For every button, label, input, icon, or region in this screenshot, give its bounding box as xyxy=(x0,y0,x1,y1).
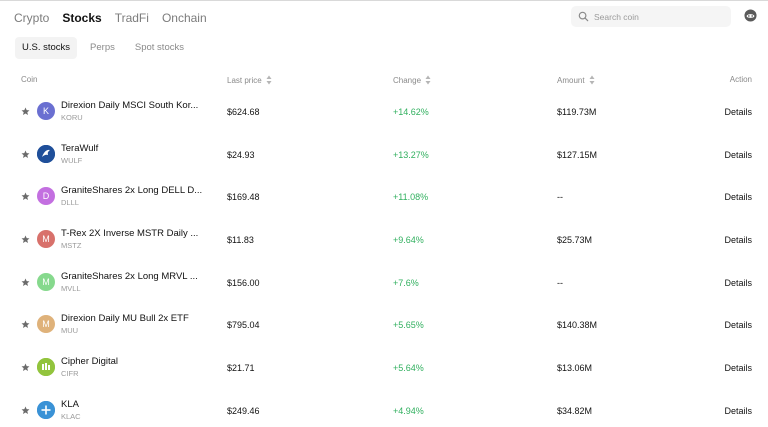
star-icon[interactable] xyxy=(21,235,30,244)
table-row[interactable]: K Direxion Daily MSCI South Kor... KORU $62… xyxy=(0,91,768,133)
last-price: $795.04 xyxy=(227,320,260,330)
coin-ticker: KORU xyxy=(61,113,83,122)
details-link[interactable]: Details xyxy=(724,150,752,160)
coin-name[interactable]: Direxion Daily MSCI South Kor... xyxy=(61,100,198,111)
star-icon[interactable] xyxy=(21,320,30,329)
coin-avatar: M xyxy=(37,315,55,333)
table-row[interactable]: TeraWulf WULF $24.93 +13.27% $127.15M Details xyxy=(0,134,768,176)
sort-icon[interactable] xyxy=(425,75,431,85)
table-header: Coin Last price Change Amount Action xyxy=(0,75,768,87)
search-icon xyxy=(578,11,589,22)
last-price: $249.46 xyxy=(227,406,260,416)
details-link[interactable]: Details xyxy=(724,278,752,288)
coin-name[interactable]: GraniteShares 2x Long DELL D... xyxy=(61,185,202,196)
coin-avatar xyxy=(37,358,55,376)
tab-crypto[interactable]: Crypto xyxy=(14,11,49,25)
subtab-us-stocks[interactable]: U.S. stocks xyxy=(15,37,78,59)
coin-name[interactable]: Direxion Daily MU Bull 2x ETF xyxy=(61,313,189,324)
tab-tradfi[interactable]: TradFi xyxy=(115,11,149,25)
user-avatar-icon[interactable] xyxy=(744,9,757,22)
coin-ticker: KLAC xyxy=(61,412,81,421)
price-change: +7.6% xyxy=(393,278,419,288)
trade-amount: -- xyxy=(557,192,563,202)
star-icon[interactable] xyxy=(21,363,30,372)
trade-amount: $127.15M xyxy=(557,150,598,160)
top-divider xyxy=(0,0,768,1)
table-row[interactable]: D GraniteShares 2x Long DELL D... DLLL $169… xyxy=(0,176,768,218)
star-icon[interactable] xyxy=(21,150,30,159)
last-price: $21.71 xyxy=(227,363,255,373)
trade-amount: $13.06M xyxy=(557,363,593,373)
coin-avatar xyxy=(37,145,55,163)
last-price: $156.00 xyxy=(227,278,260,288)
last-price: $624.68 xyxy=(227,107,260,117)
last-price: $169.48 xyxy=(227,192,260,202)
header-coin: Coin xyxy=(21,75,38,84)
tab-stocks[interactable]: Stocks xyxy=(62,11,101,25)
header-amount[interactable]: Amount xyxy=(557,75,595,85)
star-icon[interactable] xyxy=(21,107,30,116)
search-box[interactable] xyxy=(571,6,731,27)
market-tabs: Crypto Stocks TradFi Onchain xyxy=(14,10,220,26)
details-link[interactable]: Details xyxy=(724,320,752,330)
coin-avatar: K xyxy=(37,102,55,120)
last-price: $11.83 xyxy=(227,235,254,245)
details-link[interactable]: Details xyxy=(724,406,752,416)
table-row[interactable]: KLA KLAC $249.46 +4.94% $34.82M Details xyxy=(0,390,768,427)
price-change: +4.94% xyxy=(393,406,424,416)
details-link[interactable]: Details xyxy=(724,192,752,202)
kla-logo-icon xyxy=(37,401,55,419)
details-link[interactable]: Details xyxy=(724,107,752,117)
trade-amount: $34.82M xyxy=(557,406,593,416)
terawulf-logo-icon xyxy=(37,145,55,163)
coin-name[interactable]: T-Rex 2X Inverse MSTR Daily ... xyxy=(61,228,198,239)
coin-avatar: D xyxy=(37,187,55,205)
star-icon[interactable] xyxy=(21,406,30,415)
coin-avatar xyxy=(37,401,55,419)
subtab-spot-stocks[interactable]: Spot stocks xyxy=(128,37,191,59)
cipher-logo-icon xyxy=(37,358,55,376)
coin-ticker: MSTZ xyxy=(61,241,82,250)
price-change: +9.64% xyxy=(393,235,424,245)
coin-avatar: M xyxy=(37,273,55,291)
coin-ticker: WULF xyxy=(61,156,83,165)
table-row[interactable]: M T-Rex 2X Inverse MSTR Daily ... MSTZ $11.… xyxy=(0,219,768,261)
coin-ticker: DLLL xyxy=(61,198,79,207)
star-icon[interactable] xyxy=(21,278,30,287)
coin-name[interactable]: Cipher Digital xyxy=(61,356,118,367)
price-change: +5.65% xyxy=(393,320,424,330)
table-row[interactable]: M Direxion Daily MU Bull 2x ETF MUU $795.04… xyxy=(0,304,768,346)
price-change: +13.27% xyxy=(393,150,429,160)
header-change[interactable]: Change xyxy=(393,75,431,85)
trade-amount: $119.73M xyxy=(557,107,597,117)
coin-name[interactable]: KLA xyxy=(61,399,79,410)
price-change: +5.64% xyxy=(393,363,424,373)
coin-name[interactable]: TeraWulf xyxy=(61,143,98,154)
search-input[interactable] xyxy=(594,11,724,22)
price-change: +14.62% xyxy=(393,107,429,117)
last-price: $24.93 xyxy=(227,150,255,160)
coin-ticker: CIFR xyxy=(61,369,79,378)
subtab-perps[interactable]: Perps xyxy=(83,37,122,59)
coin-ticker: MUU xyxy=(61,326,79,335)
trade-amount: $140.38M xyxy=(557,320,598,330)
price-change: +11.08% xyxy=(393,192,429,202)
sort-icon[interactable] xyxy=(589,75,595,85)
trade-amount: $25.73M xyxy=(557,235,593,245)
coin-name[interactable]: GraniteShares 2x Long MRVL ... xyxy=(61,271,198,282)
sort-icon[interactable] xyxy=(266,75,272,85)
details-link[interactable]: Details xyxy=(724,235,752,245)
table-row[interactable]: M GraniteShares 2x Long MRVL ... MVLL $156.… xyxy=(0,262,768,304)
trade-amount: -- xyxy=(557,278,563,288)
coin-ticker: MVLL xyxy=(61,284,81,293)
header-action: Action xyxy=(729,75,752,84)
details-link[interactable]: Details xyxy=(724,363,752,373)
coin-avatar: M xyxy=(37,230,55,248)
table-row[interactable]: Cipher Digital CIFR $21.71 +5.64% $13.06M Det… xyxy=(0,347,768,389)
header-last-price[interactable]: Last price xyxy=(227,75,272,85)
star-icon[interactable] xyxy=(21,192,30,201)
stock-subtabs: U.S. stocks Perps Spot stocks xyxy=(15,37,197,59)
tab-onchain[interactable]: Onchain xyxy=(162,11,207,25)
